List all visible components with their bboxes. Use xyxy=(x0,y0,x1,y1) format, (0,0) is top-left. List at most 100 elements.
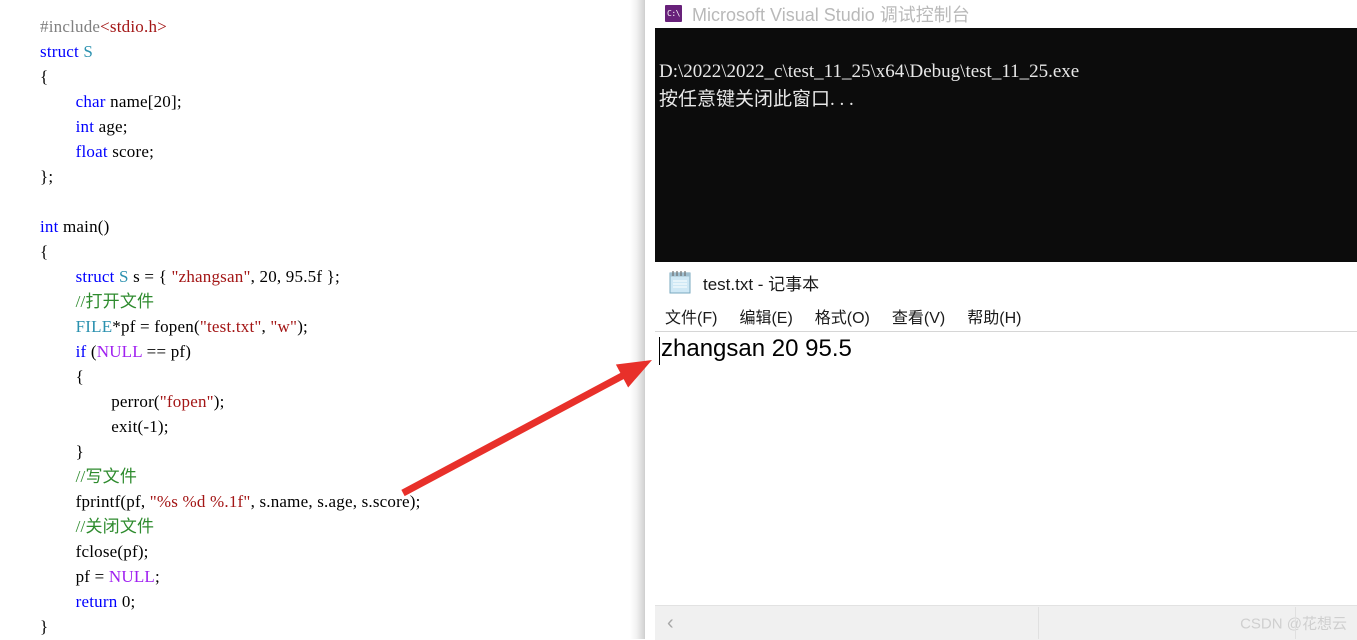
code-token: 0; xyxy=(117,592,136,611)
statusbar-divider-1 xyxy=(1038,607,1039,639)
code-token: FILE xyxy=(75,317,113,336)
code-token: NULL xyxy=(108,567,155,586)
csdn-watermark: CSDN @花想云 xyxy=(1240,615,1347,633)
code-token: struct xyxy=(40,42,84,61)
notepad-titlebar: test.txt - 记事本 xyxy=(655,262,1357,302)
code-token: pf = xyxy=(40,567,109,586)
code-token: { xyxy=(40,242,49,261)
panel-edge-shadow xyxy=(630,0,645,639)
code-token: , 20, 95.5f }; xyxy=(250,267,340,286)
notepad-menubar: 文件(F) 编辑(E) 格式(O) 查看(V) 帮助(H) xyxy=(655,302,1357,330)
code-token: ); xyxy=(213,392,225,411)
code-token: } xyxy=(40,442,84,461)
code-token: int xyxy=(40,217,59,236)
code-token: float xyxy=(75,142,108,161)
code-token: }; xyxy=(40,167,54,186)
code-token: "%s %d %.1f" xyxy=(149,492,251,511)
code-token: <stdio.h> xyxy=(100,17,167,36)
code-token: ; xyxy=(154,567,160,586)
menu-help[interactable]: 帮助(H) xyxy=(967,304,1021,328)
code-line: FILE*pf = fopen("test.txt", "w"); xyxy=(40,314,421,339)
code-line: fclose(pf); xyxy=(40,539,421,564)
notepad-window: test.txt - 记事本 文件(F) 编辑(E) 格式(O) 查看(V) 帮助(H)… xyxy=(655,262,1357,640)
code-line: //关闭文件 xyxy=(40,514,421,539)
code-token: == pf) xyxy=(142,342,192,361)
menu-edit[interactable]: 编辑(E) xyxy=(739,304,792,328)
code-token: perror( xyxy=(40,392,160,411)
code-token: struct xyxy=(75,267,120,286)
code-token: s = { xyxy=(128,267,172,286)
menu-view[interactable]: 查看(V) xyxy=(892,304,945,328)
console-output-text: D:\2022\2022_c\test_11_25\x64\Debug\test… xyxy=(659,58,1079,114)
code-token: "zhangsan" xyxy=(171,267,251,286)
code-line: } xyxy=(40,614,421,639)
chevron-left-icon[interactable]: ‹ xyxy=(667,612,674,635)
console-title: Microsoft Visual Studio 调试控制台 xyxy=(692,4,970,25)
code-line: pf = NULL; xyxy=(40,564,421,589)
code-line: { xyxy=(40,64,421,89)
code-token: } xyxy=(40,617,49,636)
code-token: return xyxy=(75,592,118,611)
code-token: , s.name, s.age, s.score); xyxy=(250,492,421,511)
notepad-statusbar: ‹ CSDN @花想云 xyxy=(655,605,1357,640)
code-line: struct S xyxy=(40,39,421,64)
code-token: { xyxy=(40,367,84,386)
notepad-text-area[interactable]: zhangsan 20 95.5 xyxy=(655,332,1357,595)
code-token: "test.txt" xyxy=(199,317,262,336)
notepad-file-content: zhangsan 20 95.5 xyxy=(661,335,852,362)
code-token: exit(-1); xyxy=(40,417,169,436)
code-line: fprintf(pf, "%s %d %.1f", s.name, s.age,… xyxy=(40,489,421,514)
code-token: //打开文件 xyxy=(75,292,155,311)
code-token: NULL xyxy=(96,342,143,361)
notepad-icon xyxy=(669,270,691,294)
code-token: ( xyxy=(86,342,97,361)
right-panel: C:\ Microsoft Visual Studio 调试控制台 D:\202… xyxy=(655,0,1357,640)
code-token: char xyxy=(75,92,106,111)
code-line: int main() xyxy=(40,214,421,239)
code-token: #include xyxy=(40,17,101,36)
code-token: //写文件 xyxy=(75,467,138,486)
source-code: #include<stdio.h> struct S{ char name[20]… xyxy=(40,14,421,639)
console-line: 按任意键关闭此窗口. . . xyxy=(659,89,854,110)
code-line: exit(-1); xyxy=(40,414,421,439)
code-line: } xyxy=(40,439,421,464)
code-token: *pf = fopen( xyxy=(112,317,200,336)
code-line: //写文件 xyxy=(40,464,421,489)
menu-file[interactable]: 文件(F) xyxy=(665,304,717,328)
code-token: S xyxy=(83,42,94,61)
console-line: D:\2022\2022_c\test_11_25\x64\Debug\test… xyxy=(659,61,1080,82)
code-token: { xyxy=(40,67,49,86)
code-token: name[20]; xyxy=(105,92,182,111)
text-caret xyxy=(659,337,660,365)
code-token: score; xyxy=(107,142,155,161)
code-token: ); xyxy=(297,317,308,336)
code-line: { xyxy=(40,239,421,264)
code-line: //打开文件 xyxy=(40,289,421,314)
statusbar-divider-2 xyxy=(1295,607,1296,639)
code-line: { xyxy=(40,364,421,389)
menu-format[interactable]: 格式(O) xyxy=(815,304,870,328)
code-token: int xyxy=(75,117,95,136)
code-token: //关闭文件 xyxy=(75,517,155,536)
code-line: #include<stdio.h> xyxy=(40,14,421,39)
code-line: perror("fopen"); xyxy=(40,389,421,414)
code-line: char name[20]; xyxy=(40,89,421,114)
console-output-area: D:\2022\2022_c\test_11_25\x64\Debug\test… xyxy=(655,28,1357,262)
notepad-title: test.txt - 记事本 xyxy=(703,274,820,294)
code-line: }; xyxy=(40,164,421,189)
code-token: fprintf(pf, xyxy=(40,492,150,511)
code-line: struct S s = { "zhangsan", 20, 95.5f }; xyxy=(40,264,421,289)
code-editor-panel: #include<stdio.h> struct S{ char name[20]… xyxy=(0,0,645,639)
code-line: if (NULL == pf) xyxy=(40,339,421,364)
